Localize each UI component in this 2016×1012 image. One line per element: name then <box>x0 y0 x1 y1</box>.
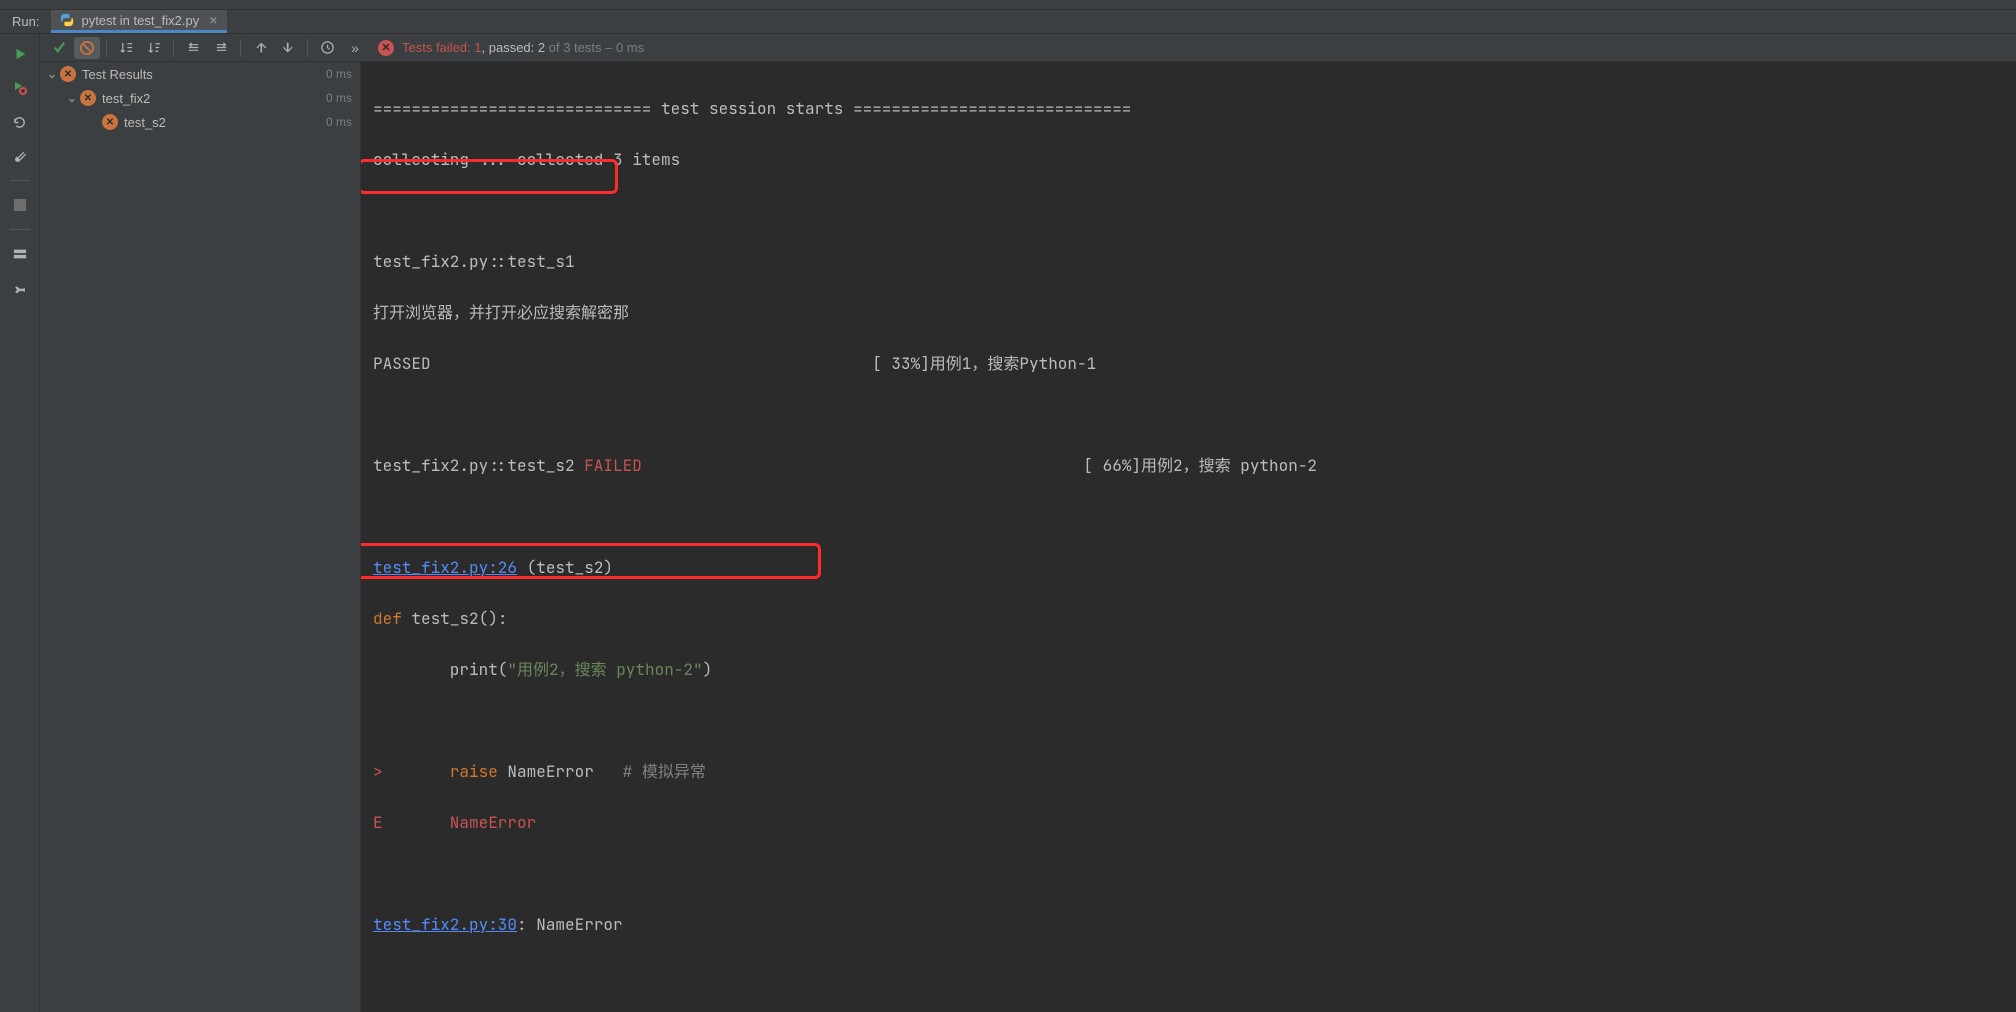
tree-root-time: 0 ms <box>326 67 352 81</box>
run-tab-bar: Run: pytest in test_fix2.py × <box>0 10 2016 34</box>
console-line <box>373 402 2016 428</box>
fail-icon: ✕ <box>80 90 96 106</box>
console-line <box>373 963 2016 989</box>
fail-count: 1 <box>474 40 481 55</box>
file-link[interactable]: test_fix2.py:26 <box>373 557 517 578</box>
tree-module[interactable]: ⌄ ✕ test_fix2 0 ms <box>40 86 360 110</box>
console-line <box>373 198 2016 224</box>
rerun-button[interactable] <box>8 42 32 66</box>
tree-test-time: 0 ms <box>326 115 352 129</box>
console-output[interactable]: ============================= test sessi… <box>361 62 2016 1012</box>
separator <box>10 180 30 181</box>
separator <box>173 39 174 57</box>
toggle-auto-test-button[interactable] <box>8 110 32 134</box>
separator <box>240 39 241 57</box>
prev-failed-button[interactable] <box>247 37 273 59</box>
sort-duration-button[interactable] <box>141 37 167 59</box>
run-config-tab-label: pytest in test_fix2.py <box>81 13 199 28</box>
run-left-gutter <box>0 34 40 1012</box>
test-history-button[interactable] <box>314 37 340 59</box>
chevron-down-icon[interactable]: ⌄ <box>44 66 60 82</box>
run-config-tab[interactable]: pytest in test_fix2.py × <box>51 10 227 33</box>
python-icon <box>59 12 75 28</box>
show-passed-toggle[interactable] <box>46 37 72 59</box>
run-label: Run: <box>0 14 51 29</box>
more-button[interactable]: » <box>342 37 368 59</box>
total-suffix: of 3 tests – 0 ms <box>545 40 644 55</box>
editor-tabs-strip <box>0 0 2016 10</box>
test-status-summary: ✕ Tests failed: 1, passed: 2 of 3 tests … <box>378 40 644 56</box>
console-line: > raise NameError # 模拟异常 <box>373 759 2016 785</box>
console-line: test_fix2.py::test_s1 <box>373 249 2016 275</box>
console-line: E NameError <box>373 810 2016 836</box>
console-line <box>373 861 2016 887</box>
tree-root[interactable]: ⌄ ✕ Test Results 0 ms <box>40 62 360 86</box>
fail-label: Tests failed: <box>402 40 471 55</box>
pass-label: , passed: <box>482 40 535 55</box>
separator <box>10 229 30 230</box>
sort-alpha-button[interactable] <box>113 37 139 59</box>
console-line: PASSED [ 33%]用例1，搜索Python-1 <box>373 351 2016 377</box>
chevron-down-icon[interactable]: ⌄ <box>64 90 80 106</box>
console-line: test_fix2.py:30: NameError <box>373 912 2016 938</box>
console-line: def test_s2(): <box>373 606 2016 632</box>
console-line: test_fix2.py:26 (test_s2) <box>373 555 2016 581</box>
rerun-failed-button[interactable] <box>8 76 32 100</box>
pin-button[interactable] <box>8 276 32 300</box>
close-icon[interactable]: × <box>209 12 217 28</box>
settings-button[interactable] <box>8 144 32 168</box>
separator <box>106 39 107 57</box>
next-failed-button[interactable] <box>275 37 301 59</box>
separator <box>307 39 308 57</box>
tree-root-label: Test Results <box>82 67 326 82</box>
console-line <box>373 504 2016 530</box>
console-line: collecting ... collected 3 items <box>373 147 2016 173</box>
fail-status-icon: ✕ <box>378 40 394 56</box>
tree-module-time: 0 ms <box>326 91 352 105</box>
collapse-all-button[interactable] <box>208 37 234 59</box>
console-line: print("用例2，搜索 python-2") <box>373 657 2016 683</box>
file-link[interactable]: test_fix2.py:30 <box>373 914 517 935</box>
expand-all-button[interactable] <box>180 37 206 59</box>
layout-button[interactable] <box>8 242 32 266</box>
fail-icon: ✕ <box>102 114 118 130</box>
show-ignored-toggle[interactable] <box>74 37 100 59</box>
tree-module-label: test_fix2 <box>102 91 326 106</box>
tree-test-label: test_s2 <box>124 115 326 130</box>
console-line <box>373 708 2016 734</box>
tree-test[interactable]: ✕ test_s2 0 ms <box>40 110 360 134</box>
console-line: ============================= test sessi… <box>373 96 2016 122</box>
fail-icon: ✕ <box>60 66 76 82</box>
test-toolbar: » ✕ Tests failed: 1, passed: 2 of 3 test… <box>40 34 2016 62</box>
console-line: test_fix2.py::test_s2 FAILED [ 66%]用例2，搜… <box>373 453 2016 479</box>
console-line: 打开浏览器，并打开必应搜索解密那 <box>373 300 2016 326</box>
stop-button[interactable] <box>8 193 32 217</box>
test-tree[interactable]: ⌄ ✕ Test Results 0 ms ⌄ ✕ test_fix2 0 ms… <box>40 62 361 1012</box>
